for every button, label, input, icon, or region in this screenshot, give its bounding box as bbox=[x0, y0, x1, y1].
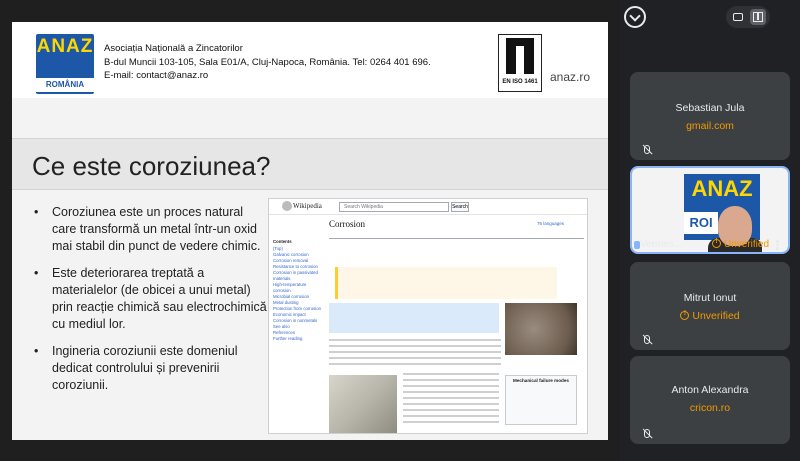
single-view-button[interactable] bbox=[730, 9, 746, 25]
wiki-topbar: Wikipedia Search Wikipedia Search bbox=[269, 199, 587, 215]
shared-screen: ANAZ ROMÂNIA Asociația Națională a Zinca… bbox=[0, 0, 620, 461]
wiki-infobox-title: Mechanical failure modes bbox=[513, 378, 569, 383]
bullet-item: Coroziunea este un proces natural care t… bbox=[32, 204, 268, 255]
slide-header: ANAZ ROMÂNIA Asociația Națională a Zinca… bbox=[12, 22, 608, 98]
wiki-contents-head: Contents bbox=[273, 239, 292, 244]
wiki-logo: Wikipedia bbox=[293, 202, 322, 210]
grid-view-icon bbox=[753, 12, 763, 22]
chevron-down-icon[interactable] bbox=[624, 6, 646, 28]
participant-tile[interactable]: Sebastian Jula gmail.com bbox=[630, 72, 790, 160]
org-email: E-mail: contact@anaz.ro bbox=[104, 70, 209, 81]
logo-country: ROMÂNIA bbox=[36, 78, 94, 92]
participant-name: Mitrut Ionut bbox=[683, 292, 737, 304]
unverified-text: Unverified bbox=[724, 239, 770, 250]
participant-domain: cricon.ro bbox=[689, 402, 731, 414]
iso-label: EN ISO 1461 bbox=[502, 79, 538, 85]
org-name: Asociația Națională a Zincatorilor bbox=[104, 43, 243, 54]
wikipedia-globe-icon bbox=[282, 201, 292, 211]
bullet-item: Este deteriorarea treptată a materialelo… bbox=[32, 265, 268, 333]
single-view-icon bbox=[733, 13, 743, 21]
slide-title-bar: Ce este coroziunea? bbox=[12, 138, 608, 190]
wiki-contents-item: High-temperature corrosion bbox=[273, 282, 307, 293]
bullet-list: Coroziunea este un proces natural care t… bbox=[32, 204, 268, 404]
mini-logo-word: ANAZ bbox=[691, 176, 753, 201]
participants-panel: Sebastian Jula gmail.com ANAZ ROI Vermes… bbox=[620, 0, 800, 461]
wiki-contents-item: Corrosion in passivated materials bbox=[273, 270, 318, 281]
association-info: Asociația Națională a Zincatorilor B-dul… bbox=[104, 42, 431, 83]
corroded-metal-image bbox=[505, 303, 577, 355]
wiki-search-input: Search Wikipedia bbox=[339, 202, 449, 212]
participant-tile[interactable]: Anton Alexandra cricon.ro bbox=[630, 356, 790, 444]
warning-icon bbox=[680, 310, 690, 320]
participant-video-tile[interactable]: ANAZ ROI Vermes... Unverified bbox=[630, 166, 790, 254]
anaz-logo: ANAZ ROMÂNIA bbox=[36, 34, 94, 94]
unverified-label: Unverified bbox=[712, 238, 770, 250]
wiki-citation-notice bbox=[335, 267, 557, 299]
mic-off-icon bbox=[640, 428, 652, 440]
slide-title: Ce este coroziunea? bbox=[32, 151, 271, 181]
mic-off-icon bbox=[640, 144, 652, 156]
wiki-contents-item: Further reading bbox=[273, 336, 303, 341]
site-url: anaz.ro bbox=[550, 70, 591, 84]
wiki-body-text bbox=[329, 339, 501, 369]
wiki-tabs bbox=[329, 233, 584, 239]
iso-mark-icon bbox=[506, 38, 534, 74]
meeting-window: ANAZ ROMÂNIA Asociația Națională a Zinca… bbox=[0, 0, 800, 461]
logo-word: ANAZ bbox=[36, 36, 94, 57]
panel-controls bbox=[620, 0, 800, 36]
wiki-contents-sidebar: Contents (Top) Galvanic corrosion Corros… bbox=[273, 239, 323, 342]
participant-domain: gmail.com bbox=[686, 120, 734, 132]
warning-icon bbox=[712, 238, 721, 248]
org-address: B-dul Muncii 103-105, Sala E01/A, Cluj-N… bbox=[104, 56, 431, 68]
wiki-body-text-2 bbox=[403, 373, 499, 427]
unverified-text: Unverified bbox=[692, 310, 740, 322]
participant-name: Anton Alexandra bbox=[671, 384, 749, 396]
wiki-infobox: Mechanical failure modes bbox=[505, 375, 577, 425]
mic-off-icon bbox=[640, 334, 652, 346]
bullet-item: Ingineria coroziunii este domeniul dedic… bbox=[32, 343, 268, 394]
unverified-label: Unverified bbox=[630, 310, 790, 322]
grid-view-button[interactable] bbox=[750, 9, 766, 25]
presentation-slide: ANAZ ROMÂNIA Asociația Națională a Zinca… bbox=[12, 22, 608, 440]
wiki-search-button: Search bbox=[451, 202, 469, 212]
wiki-article-title: Corrosion bbox=[329, 219, 365, 229]
participant-name: Vermes... bbox=[640, 239, 683, 250]
corroded-surface-image bbox=[329, 375, 397, 433]
participant-name: Sebastian Jula bbox=[675, 102, 745, 114]
wiki-highlighted-text bbox=[329, 303, 499, 333]
layout-toggle bbox=[726, 6, 770, 28]
wiki-languages: 76 languages bbox=[537, 221, 565, 226]
iso-certification-logo: EN ISO 1461 bbox=[498, 34, 542, 92]
participant-tile[interactable]: Mitrut Ionut Unverified bbox=[630, 262, 790, 350]
more-options-icon[interactable] bbox=[776, 240, 779, 250]
wikipedia-screenshot: Wikipedia Search Wikipedia Search Corros… bbox=[268, 198, 588, 434]
mini-logo-ro: ROI bbox=[684, 212, 718, 234]
